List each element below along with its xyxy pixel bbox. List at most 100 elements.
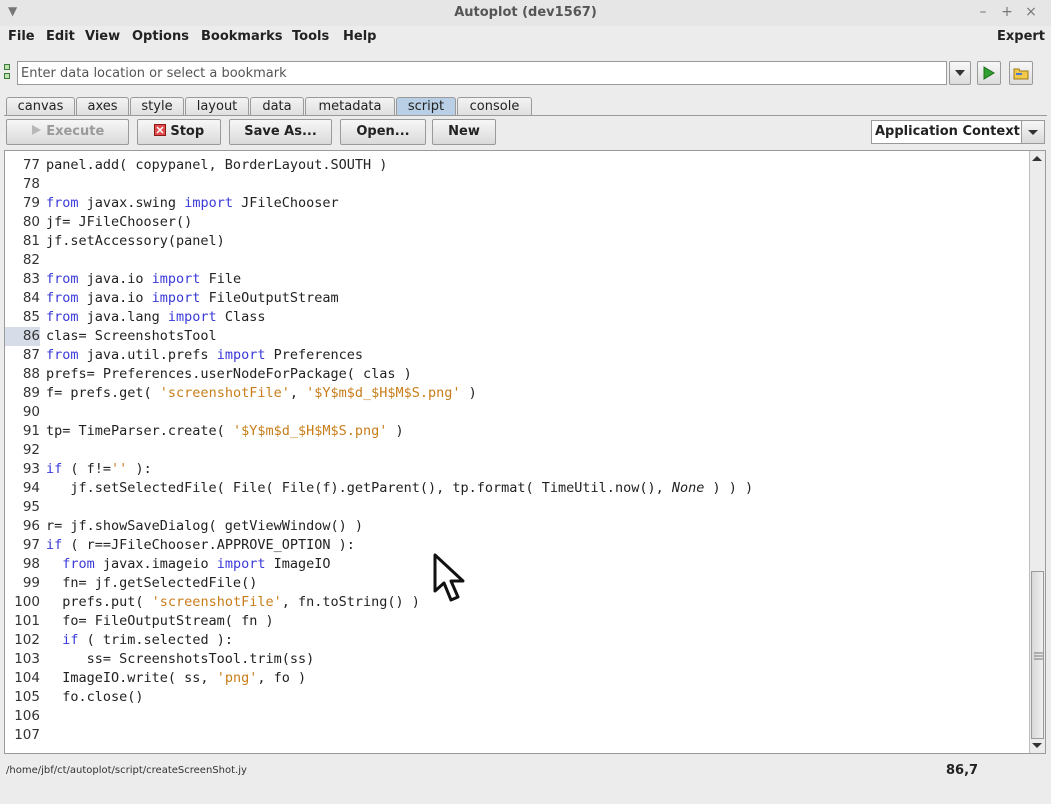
code-text[interactable]: ImageIO.write( ss, 'png', fo ) <box>46 669 306 688</box>
code-line[interactable]: 89 f= prefs.get( 'screenshotFile', '$Y$m$… <box>5 384 1027 403</box>
code-line[interactable]: 79 from javax.swing import JFileChooser <box>5 194 1027 213</box>
save-as-button[interactable]: Save As... <box>229 119 332 145</box>
menu-bookmarks[interactable]: Bookmarks <box>201 29 283 44</box>
minimize-icon[interactable]: – <box>975 4 991 20</box>
code-line[interactable]: 101 fo= FileOutputStream( fn ) <box>5 612 1027 631</box>
code-line[interactable]: 99 fn= jf.getSelectedFile() <box>5 574 1027 593</box>
code-line[interactable]: 105 fo.close() <box>5 688 1027 707</box>
open-file-button[interactable] <box>1009 61 1033 85</box>
tab-console[interactable]: console <box>457 97 532 116</box>
dropdown-arrow-icon <box>955 70 965 76</box>
code-line[interactable]: 95 <box>5 498 1027 517</box>
code-text[interactable]: ss= ScreenshotsTool.trim(ss) <box>46 650 315 669</box>
code-text[interactable]: from javax.imageio import ImageIO <box>46 555 330 574</box>
code-line[interactable]: 86 clas= ScreenshotsTool <box>5 327 1027 346</box>
scroll-down-icon[interactable] <box>1030 740 1044 750</box>
script-editor[interactable]: 7677panel.add( copypanel, BorderLayout.S… <box>4 150 1046 754</box>
scroll-up-icon[interactable] <box>1030 154 1044 164</box>
code-line[interactable]: 106 <box>5 707 1027 726</box>
code-line[interactable]: 102 if ( trim.selected ): <box>5 631 1027 650</box>
tab-style[interactable]: style <box>130 97 184 116</box>
line-number: 80 <box>22 214 40 230</box>
code-line[interactable]: 80 jf= JFileChooser() <box>5 213 1027 232</box>
code-line[interactable]: 93 if ( f!='' ): <box>5 460 1027 479</box>
code-text[interactable]: f= prefs.get( 'screenshotFile', '$Y$m$d_… <box>46 384 477 403</box>
menu-tools[interactable]: Tools <box>292 29 329 44</box>
code-text[interactable]: from java.lang import Class <box>46 308 265 327</box>
code-line[interactable]: 78 <box>5 175 1027 194</box>
tab-layout[interactable]: layout <box>185 97 249 116</box>
tab-metadata[interactable]: metadata <box>305 97 395 116</box>
context-dropdown-button[interactable] <box>1021 121 1044 143</box>
open-button[interactable]: Open... <box>340 119 426 145</box>
stop-button[interactable]: Stop <box>137 119 221 145</box>
code-text[interactable]: clas= ScreenshotsTool <box>46 327 217 346</box>
scrollbar-thumb[interactable] <box>1031 571 1044 739</box>
code-text[interactable]: from java.io import File <box>46 270 241 289</box>
menu-file[interactable]: File <box>8 29 35 44</box>
editor-scrollbar[interactable] <box>1029 151 1045 753</box>
code-text[interactable]: fo= FileOutputStream( fn ) <box>46 612 273 631</box>
menu-edit[interactable]: Edit <box>46 29 75 44</box>
menu-expert[interactable]: Expert <box>997 29 1045 44</box>
code-text[interactable]: jf.setAccessory(panel) <box>46 232 225 251</box>
code-text[interactable]: fo.close() <box>46 688 143 707</box>
code-line[interactable]: 100 prefs.put( 'screenshotFile', fn.toSt… <box>5 593 1027 612</box>
menu-help[interactable]: Help <box>343 29 376 44</box>
code-line[interactable]: 90 <box>5 403 1027 422</box>
maximize-icon[interactable]: + <box>999 4 1015 20</box>
code-text[interactable]: jf.setSelectedFile( File( File(f).getPar… <box>46 479 753 498</box>
tab-axes[interactable]: axes <box>76 97 129 116</box>
menu-options[interactable]: Options <box>132 29 189 44</box>
code-line[interactable]: 104 ImageIO.write( ss, 'png', fo ) <box>5 669 1027 688</box>
code-line[interactable]: 91 tp= TimeParser.create( '$Y$m$d_$H$M$S.… <box>5 422 1027 441</box>
code-line[interactable]: 96 r= jf.showSaveDialog( getViewWindow() … <box>5 517 1027 536</box>
code-text[interactable]: prefs.put( 'screenshotFile', fn.toString… <box>46 593 420 612</box>
code-line[interactable]: 81 jf.setAccessory(panel) <box>5 232 1027 251</box>
line-number: 99 <box>22 575 40 591</box>
code-line[interactable]: 87 from java.util.prefs import Preference… <box>5 346 1027 365</box>
close-icon[interactable]: × <box>1023 4 1039 20</box>
window-title: Autoplot (dev1567) <box>454 5 597 20</box>
code-text[interactable]: prefs= Preferences.userNodeForPackage( c… <box>46 365 412 384</box>
code-line[interactable]: 85 from java.lang import Class <box>5 308 1027 327</box>
line-number: 102 <box>14 632 40 648</box>
code-text[interactable]: if ( f!='' ): <box>46 460 152 479</box>
code-text[interactable]: if ( r==JFileChooser.APPROVE_OPTION ): <box>46 536 355 555</box>
code-text[interactable]: if ( trim.selected ): <box>46 631 233 650</box>
code-line[interactable]: 103 ss= ScreenshotsTool.trim(ss) <box>5 650 1027 669</box>
code-text[interactable]: panel.add( copypanel, BorderLayout.SOUTH… <box>46 156 387 175</box>
code-text[interactable]: from java.util.prefs import Preferences <box>46 346 363 365</box>
code-line[interactable]: 94 jf.setSelectedFile( File( File(f).get… <box>5 479 1027 498</box>
code-text[interactable]: r= jf.showSaveDialog( getViewWindow() ) <box>46 517 363 536</box>
menu-view[interactable]: View <box>85 29 120 44</box>
code-line[interactable]: 107 <box>5 726 1027 745</box>
play-icon <box>983 66 995 80</box>
data-location-field[interactable] <box>17 61 947 85</box>
new-button[interactable]: New <box>432 119 496 145</box>
code-text[interactable]: jf= JFileChooser() <box>46 213 192 232</box>
line-number: 89 <box>22 385 40 401</box>
execute-button[interactable]: Execute <box>6 119 129 145</box>
tab-canvas[interactable]: canvas <box>6 97 75 116</box>
bookmark-dropdown-button[interactable] <box>949 61 971 85</box>
code-line[interactable]: 92 <box>5 441 1027 460</box>
dropdown-arrow-icon <box>1028 130 1038 135</box>
code-line[interactable]: 82 <box>5 251 1027 270</box>
code-line[interactable]: 77 panel.add( copypanel, BorderLayout.SOU… <box>5 156 1027 175</box>
context-select[interactable]: Application Context <box>871 120 1045 144</box>
code-text[interactable]: tp= TimeParser.create( '$Y$m$d_$H$M$S.pn… <box>46 422 404 441</box>
code-line[interactable]: 98 from javax.imageio import ImageIO <box>5 555 1027 574</box>
tab-script[interactable]: script <box>396 97 456 116</box>
code-line[interactable]: 97 if ( r==JFileChooser.APPROVE_OPTION ): <box>5 536 1027 555</box>
code-line[interactable]: 84 from java.io import FileOutputStream <box>5 289 1027 308</box>
plot-button[interactable] <box>977 61 1001 85</box>
code-line[interactable]: 83 from java.io import File <box>5 270 1027 289</box>
code-text[interactable]: from java.io import FileOutputStream <box>46 289 339 308</box>
bookmark-grip-icon[interactable] <box>4 64 11 82</box>
code-text[interactable]: from javax.swing import JFileChooser <box>46 194 339 213</box>
tab-data[interactable]: data <box>250 97 304 116</box>
data-location-input[interactable] <box>18 62 946 84</box>
code-text[interactable]: fn= jf.getSelectedFile() <box>46 574 257 593</box>
code-line[interactable]: 88 prefs= Preferences.userNodeForPackage(… <box>5 365 1027 384</box>
